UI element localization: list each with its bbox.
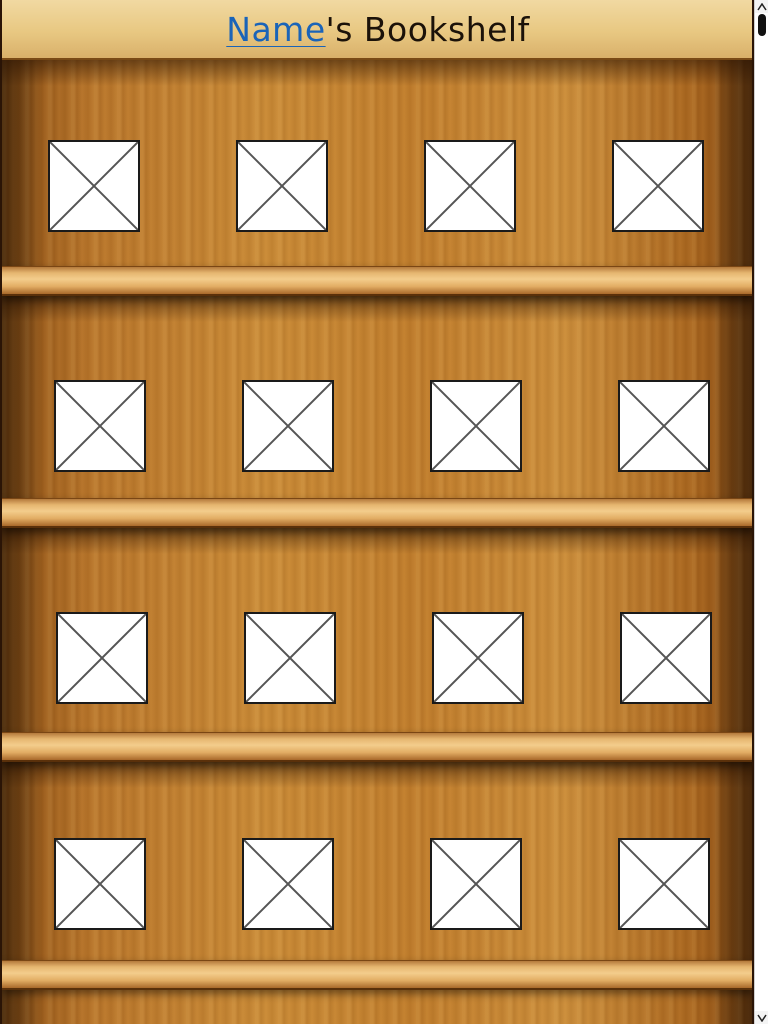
title-suffix: 's Bookshelf — [325, 9, 530, 49]
broken-image-icon — [622, 614, 710, 702]
shelf-plank-2 — [2, 498, 752, 528]
book-cover[interactable] — [48, 140, 140, 232]
broken-image-icon — [58, 614, 146, 702]
page-title: Name's Bookshelf — [2, 0, 752, 60]
broken-image-icon — [246, 614, 334, 702]
broken-image-icon — [620, 840, 708, 928]
broken-image-icon — [56, 382, 144, 470]
book-cover[interactable] — [54, 380, 146, 472]
book-cover[interactable] — [618, 838, 710, 930]
broken-image-icon — [434, 614, 522, 702]
book-cover[interactable] — [236, 140, 328, 232]
book-cover[interactable] — [242, 380, 334, 472]
broken-image-icon — [50, 142, 138, 230]
book-cover[interactable] — [54, 838, 146, 930]
shelf-plank-4 — [2, 960, 752, 990]
book-cover[interactable] — [56, 612, 148, 704]
broken-image-icon — [432, 382, 520, 470]
book-cover[interactable] — [612, 140, 704, 232]
book-cover[interactable] — [430, 380, 522, 472]
arrow-down-icon[interactable] — [755, 1011, 768, 1024]
name-link[interactable]: Name — [226, 10, 325, 49]
broken-image-icon — [432, 840, 520, 928]
bookshelf-frame: Name's Bookshelf — [0, 0, 754, 1024]
broken-image-icon — [56, 840, 144, 928]
broken-image-icon — [620, 382, 708, 470]
broken-image-icon — [238, 142, 326, 230]
book-cover[interactable] — [618, 380, 710, 472]
book-cover[interactable] — [432, 612, 524, 704]
shelf-plank-3 — [2, 732, 752, 762]
broken-image-icon — [614, 142, 702, 230]
scrollbar-thumb[interactable] — [758, 14, 766, 36]
vertical-scrollbar[interactable] — [754, 0, 768, 1024]
broken-image-icon — [244, 840, 332, 928]
arrow-up-icon[interactable] — [755, 0, 768, 13]
book-cover[interactable] — [242, 838, 334, 930]
broken-image-icon — [426, 142, 514, 230]
book-cover[interactable] — [424, 140, 516, 232]
book-cover[interactable] — [620, 612, 712, 704]
shelf-plank-1 — [2, 266, 752, 296]
broken-image-icon — [244, 382, 332, 470]
book-cover[interactable] — [430, 838, 522, 930]
book-cover[interactable] — [244, 612, 336, 704]
